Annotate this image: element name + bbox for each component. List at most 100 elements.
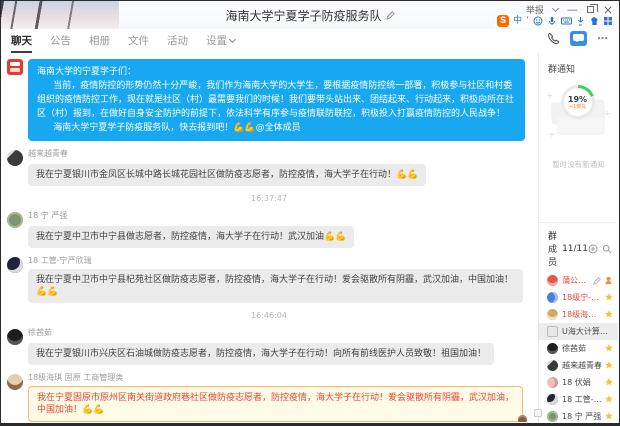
announcement-message: 海南大学的宁夏学子们： 当前，疫情防控的形势仍然十分严峻，我们作为海南大学的大学… [1,59,537,141]
add-member-icon[interactable] [588,244,598,254]
bubble-pet-icon [518,415,527,422]
mic-icon[interactable] [547,16,557,26]
muscle-emoji: 💪💪 [36,287,58,297]
chevron-down-icon [229,36,236,43]
star-icon: ★ [605,293,613,303]
chat-message-highlighted: 18级海琪 固原 工商管理类 我在宁夏固原市原州区南关街道政府巷社区做防疫志愿者… [1,372,537,422]
tab-albums[interactable]: 相册 [89,33,110,53]
skin-icon[interactable] [589,16,599,26]
soft-keyboard-icon[interactable] [561,16,572,26]
message-bubble[interactable]: 我在宁夏中卫市中宁县杞苑社区做防疫志愿者，防控疫情，海大学子在行动！爱会驱散所有… [28,269,523,303]
member-row[interactable]: 18 伏娟 ★ [539,374,618,391]
member-avatar [547,292,558,303]
sender-name: 越来越青春 [28,148,426,159]
member-row[interactable]: 徐茜茹 ★ [539,340,618,357]
member-avatar [547,326,558,337]
member-row-selected[interactable]: U海大计算机 监池 [539,323,618,340]
search-members-icon[interactable] [602,244,612,254]
member-row[interactable]: 18 工管-宁严欣瑞 ★ [539,391,618,408]
mention-all[interactable]: @全体成员 [256,123,301,133]
member-avatar [547,411,558,422]
close-button[interactable]: × [603,5,613,15]
group-video-icon[interactable] [570,31,587,46]
phone-call-icon[interactable] [547,32,560,45]
edit-title-icon[interactable] [386,11,395,20]
more-actions-button[interactable]: ⋯ [597,32,609,45]
chat-message: 18 宁 严强 我在宁夏中卫市中宁县做志愿者，防控疫情，海大学子在行动！武汉加油… [1,210,537,248]
member-avatar [547,377,558,388]
star-icon: ★ [605,344,613,354]
sender-name: 18 工管-宁严欣瑞 [28,255,523,266]
member-avatar [547,275,558,286]
star-icon: ★ [605,378,613,388]
sogou-logo-icon[interactable]: S [497,15,509,27]
group-notice-header: 群通知 [539,53,618,75]
edit-card-icon[interactable] [593,277,601,285]
chat-message: 徐茜茹 我在宁夏银川市兴庆区石油城做防疫志愿者，防控疫情，海大学子在行动！向所有… [1,327,537,365]
handwriting-icon[interactable] [576,16,585,26]
sender-name: 18 宁 严强 [28,210,354,221]
tab-files[interactable]: 文件 [128,33,149,53]
muscle-emoji: 💪💪 [396,170,418,180]
chat-message: 越来越青春 我在宁夏银川市金凤区长城中路长城花园社区做防疫志愿者，防控疫情，海大… [1,148,537,186]
muscle-emoji: 💪💪 [324,232,346,242]
announcement-body: 当前，疫情防控的形势仍然十分严峻，我们作为海南大学的大学生，要根据疫情防控统一部… [37,79,516,121]
avatar[interactable] [7,329,23,345]
avatar[interactable] [7,374,23,390]
battery-ring-icon: 19% +1慢充 [561,85,595,119]
chevron-down-icon[interactable] [552,5,559,12]
restore-button[interactable] [587,6,594,13]
avatar[interactable] [7,257,23,273]
tab-settings[interactable]: 设置 [206,33,235,53]
member-avatar [547,309,558,320]
muscle-emoji: 💪💪 [233,123,255,133]
chat-message-area[interactable]: 海南大学的宁夏学子们： 当前，疫情防控的形势仍然十分严峻，我们作为海南大学的大学… [1,53,537,422]
notice-empty-text: 暂时没有新通知 [539,159,618,170]
member-row[interactable]: 18级海琪 固原 工商管理类 ★ [539,306,618,323]
ime-toolbar: S 中 ’ [495,14,615,28]
notice-empty-illustration: + + + 19% +1慢充 [547,83,611,145]
message-bubble[interactable]: 我在宁夏银川市兴庆区石油城做防疫志愿者，防控疫情，海大学子在行动！向所有前线医护… [28,343,494,365]
star-icon: ★ [605,395,613,405]
message-bubble[interactable]: 我在宁夏银川市金凤区长城中路长城花园社区做防疫志愿者，防控疫情，海大学子在行动！… [28,164,426,186]
tab-announcements[interactable]: 公告 [50,33,71,53]
star-icon: ★ [605,361,613,371]
member-avatar [547,343,558,354]
chat-message: 18 工管-宁严欣瑞 我在宁夏中卫市中宁县杞苑社区做防疫志愿者，防控疫情，海大学… [1,255,537,303]
chinese-mode-icon[interactable]: 中 [513,15,522,27]
sidebar-collapse-handle-icon[interactable] [534,409,542,417]
member-row[interactable]: 蒲公英浮尘 [539,272,618,289]
members-header: 群成员 11/11 [539,223,618,272]
emoji-picker-icon[interactable] [533,16,543,26]
tab-bar: 聊天 公告 相册 文件 活动 设置 [1,29,619,53]
owner-badge-icon [604,276,613,285]
member-row[interactable]: 18 宁 严强 ★ [539,408,618,425]
announcement-avatar[interactable] [7,59,23,75]
minimize-button[interactable]: — [567,6,578,14]
announcement-bubble[interactable]: 海南大学的宁夏学子们： 当前，疫情防控的形势仍然十分严峻，我们作为海南大学的大学… [28,59,525,141]
punctuation-icon[interactable]: ’ [526,15,529,27]
message-bubble[interactable]: 我在宁夏中卫市中宁县做志愿者，防控疫情，海大学子在行动！武汉加油💪💪 [28,226,354,248]
timestamp: 16:37:47 [1,194,537,203]
tab-activities[interactable]: 活动 [167,33,188,53]
avatar[interactable] [7,212,23,228]
member-row[interactable]: 18级宁-孟子仪 ★ [539,289,618,306]
title-bar: 海南大学宁夏学子防疫服务队 举报 — × S 中 ’ [1,1,619,29]
member-avatar [547,394,558,405]
member-avatar [547,360,558,371]
member-count: 11/11 [562,244,588,254]
announcement-salutation: 海南大学的宁夏学子们： [37,65,516,79]
toolbox-icon[interactable] [603,16,613,26]
member-row[interactable]: 越来越青春 ★ [539,357,618,374]
tab-chat[interactable]: 聊天 [11,33,32,53]
star-icon: ★ [605,310,613,320]
avatar[interactable] [7,150,23,166]
muscle-emoji: 💪💪 [82,405,104,415]
message-bubble[interactable]: 我在宁夏固原市原州区南关街道政府巷社区做防疫志愿者，防控疫情，海大学子在行动！爱… [28,386,523,422]
qq-group-chat-window: 海南大学宁夏学子防疫服务队 举报 — × S 中 ’ 聊天 公告 相册 文件 活… [0,0,620,426]
sender-name: 徐茜茹 [28,327,494,338]
timestamp: 16:46:04 [1,311,537,320]
sender-name: 18级海琪 固原 工商管理类 [28,372,523,383]
group-sidebar: 群通知 + + + 19% +1慢充 暂时没有新通知 群成员 11/11 [538,53,618,422]
announcement-closing: 海南大学宁夏学子防疫服务队，快去报到吧！ [53,123,233,133]
